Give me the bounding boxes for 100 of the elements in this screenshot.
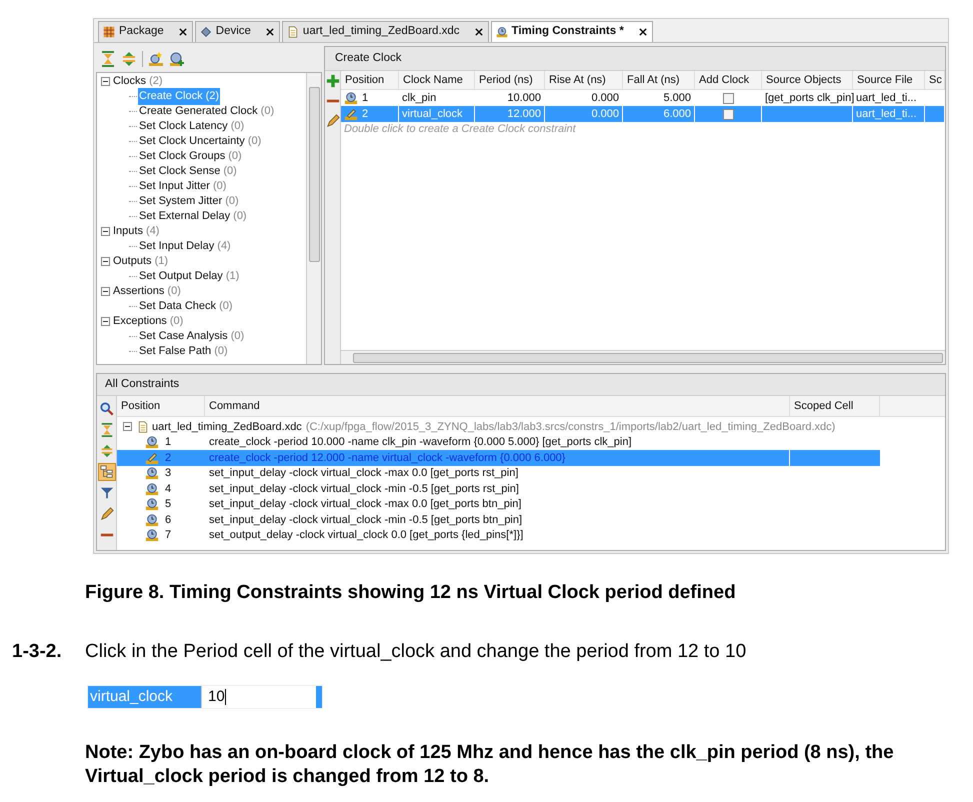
table-cell-text: create_clock -period 10.000 -name clk_pin -waveform {0.000 5.000} [get_ports clk_pin]: [209, 435, 632, 450]
table-cell-text: clk_pin: [402, 90, 436, 106]
tree-item[interactable]: Clocks (2): [112, 73, 164, 90]
table-cell-text: uart_led_ti...: [856, 106, 917, 122]
collapse-toggle-icon[interactable]: [101, 227, 110, 236]
pencil-clock-icon: [344, 107, 358, 121]
table-cell-text: set_input_delay -clock virtual_clock -max 0.0 [get_ports rst_pin]: [209, 466, 518, 481]
column-header[interactable]: Add Clock: [695, 71, 762, 89]
tree-item[interactable]: Set System Jitter (0): [138, 193, 240, 210]
table-cell-text: 4: [165, 482, 172, 496]
file-name: uart_led_timing_ZedBoard.xdc: [152, 420, 302, 434]
checkbox[interactable]: [722, 92, 734, 104]
column-header[interactable]: Command: [205, 396, 790, 416]
column-header[interactable]: Scoped Cell: [790, 396, 880, 416]
tree-item[interactable]: Set Clock Groups (0): [138, 148, 243, 165]
cell-highlight: [316, 686, 322, 708]
tree-item[interactable]: Set Input Delay (4): [138, 238, 232, 255]
column-header[interactable]: Sc: [925, 71, 945, 89]
tree-item[interactable]: Set False Path (0): [138, 343, 229, 360]
close-icon: [178, 27, 188, 37]
tab[interactable]: Timing Constraints *: [490, 21, 653, 42]
table-cell-text: 6.000: [663, 106, 691, 122]
tree-item[interactable]: Set Data Check (0): [138, 298, 234, 315]
column-header[interactable]: Position: [117, 396, 205, 416]
column-header[interactable]: Fall At (ns): [623, 71, 695, 89]
pencil-clock-icon: [145, 450, 159, 465]
document-icon: [137, 420, 149, 433]
clock-icon: [496, 26, 508, 38]
table-cell-text: 3: [165, 466, 172, 481]
document-icon: [286, 26, 299, 38]
panel-title: Create Clock: [325, 47, 945, 71]
table-cell-text: set_input_delay -clock virtual_clock -min -0.5 [get_ports btn_pin]: [209, 512, 522, 528]
chip-icon: [200, 26, 212, 38]
hint-text: Double click to create a Create Clock constraint: [343, 122, 577, 137]
tab[interactable]: Package: [98, 21, 193, 42]
collapse-toggle-icon[interactable]: [101, 257, 110, 266]
tree-item[interactable]: Set Output Delay (1): [138, 268, 240, 285]
note-text: Note: Zybo has an on-board clock of 125 Mhz and hence has the clk_pin period (8 ns), the Virtual_clock period is changed from 12 to 8.: [85, 741, 895, 789]
collapse-all-icon: [100, 51, 116, 67]
column-header[interactable]: Source Objects: [762, 71, 853, 89]
table-cell-text: 1: [362, 90, 368, 106]
plus-icon: [326, 74, 340, 88]
close-icon: [638, 27, 648, 37]
checkbox[interactable]: [722, 108, 734, 120]
tree-item[interactable]: Set External Delay (0): [138, 208, 248, 225]
pencil-icon: [326, 114, 340, 128]
column-header[interactable]: Period (ns): [475, 71, 545, 89]
tree-item[interactable]: Set Clock Latency (0): [138, 118, 246, 135]
tree-item[interactable]: Assertions (0): [112, 283, 182, 300]
close-icon: [474, 27, 484, 37]
column-header[interactable]: Source File: [853, 71, 925, 89]
collapse-toggle-icon[interactable]: [101, 77, 110, 86]
table-cell-text: 10.000: [507, 90, 541, 106]
table-cell-text: set_input_delay -clock virtual_clock -max 0.0 [get_ports btn_pin]: [209, 497, 522, 512]
column-header[interactable]: Rise At (ns): [545, 71, 623, 89]
table-cell-text: 5: [165, 497, 172, 512]
tree-item[interactable]: Inputs (4): [112, 223, 160, 240]
table-cell-text: set_input_delay -clock virtual_clock -min -0.5 [get_ports rst_pin]: [209, 482, 519, 496]
clock-icon: [145, 466, 159, 480]
clock-icon: [145, 528, 159, 542]
step-number: 1-3-2.: [12, 640, 62, 664]
table-cell-text: 12.000: [507, 106, 541, 122]
search-icon[interactable]: [98, 400, 116, 418]
tab[interactable]: uart_led_timing_ZedBoard.xdc: [282, 21, 489, 42]
table-cell-text: set_output_delay -clock virtual_clock 0.0 [get_ports {led_pins[*]}]: [209, 528, 524, 543]
file-path: (C:/xup/fpga_flow/2015_3_ZYNQ_labs/lab3/lab3.srcs/constrs_1/imports/lab2/uart_led_timing_ZedBoard.xdc): [306, 420, 836, 434]
table-cell-text: 0.000: [591, 106, 619, 122]
tree-item[interactable]: Outputs (1): [112, 253, 170, 270]
table-cell-text: 0.000: [591, 90, 619, 106]
clock-icon: [145, 482, 159, 496]
table-cell-text: 5.000: [663, 90, 691, 106]
table-cell-text: 2: [165, 450, 172, 466]
table-cell-text: 1: [165, 435, 172, 450]
collapse-toggle-icon[interactable]: [101, 287, 110, 296]
hierarchy-icon[interactable]: [98, 463, 116, 481]
clock-icon: [145, 512, 159, 527]
tree-item[interactable]: Set Case Analysis (0): [138, 328, 246, 345]
tree-item[interactable]: Set Clock Uncertainty (0): [138, 133, 262, 150]
grid-icon: [103, 26, 115, 38]
clock-icon: [145, 497, 159, 512]
tree-item[interactable]: Exceptions (0): [112, 313, 184, 330]
scrollbar[interactable]: [341, 350, 945, 364]
tree-item[interactable]: Create Generated Clock (0): [138, 103, 276, 120]
collapse-toggle-icon[interactable]: [101, 317, 110, 326]
table-cell: virtual_clock: [88, 686, 201, 708]
column-header[interactable]: Position: [341, 71, 399, 89]
star-clock-icon: [148, 51, 164, 67]
figure-caption: Figure 8. Timing Constraints showing 12 ns Virtual Clock period defined: [85, 581, 736, 605]
column-header[interactable]: Clock Name: [399, 71, 475, 89]
table-cell-text: 7: [165, 528, 172, 543]
table-cell-text: virtual_clock: [402, 106, 463, 122]
tree-item[interactable]: Set Clock Sense (0): [138, 163, 238, 180]
clock-icon: [145, 435, 159, 450]
close-icon: [264, 27, 275, 37]
collapse-toggle-icon[interactable]: [123, 422, 132, 432]
tab[interactable]: Device: [194, 21, 280, 42]
panel-title: All Constraints: [97, 374, 945, 396]
add-clock-icon: [169, 51, 185, 67]
scrollbar[interactable]: [306, 73, 321, 364]
tree-item[interactable]: Set Input Jitter (0): [138, 178, 228, 195]
